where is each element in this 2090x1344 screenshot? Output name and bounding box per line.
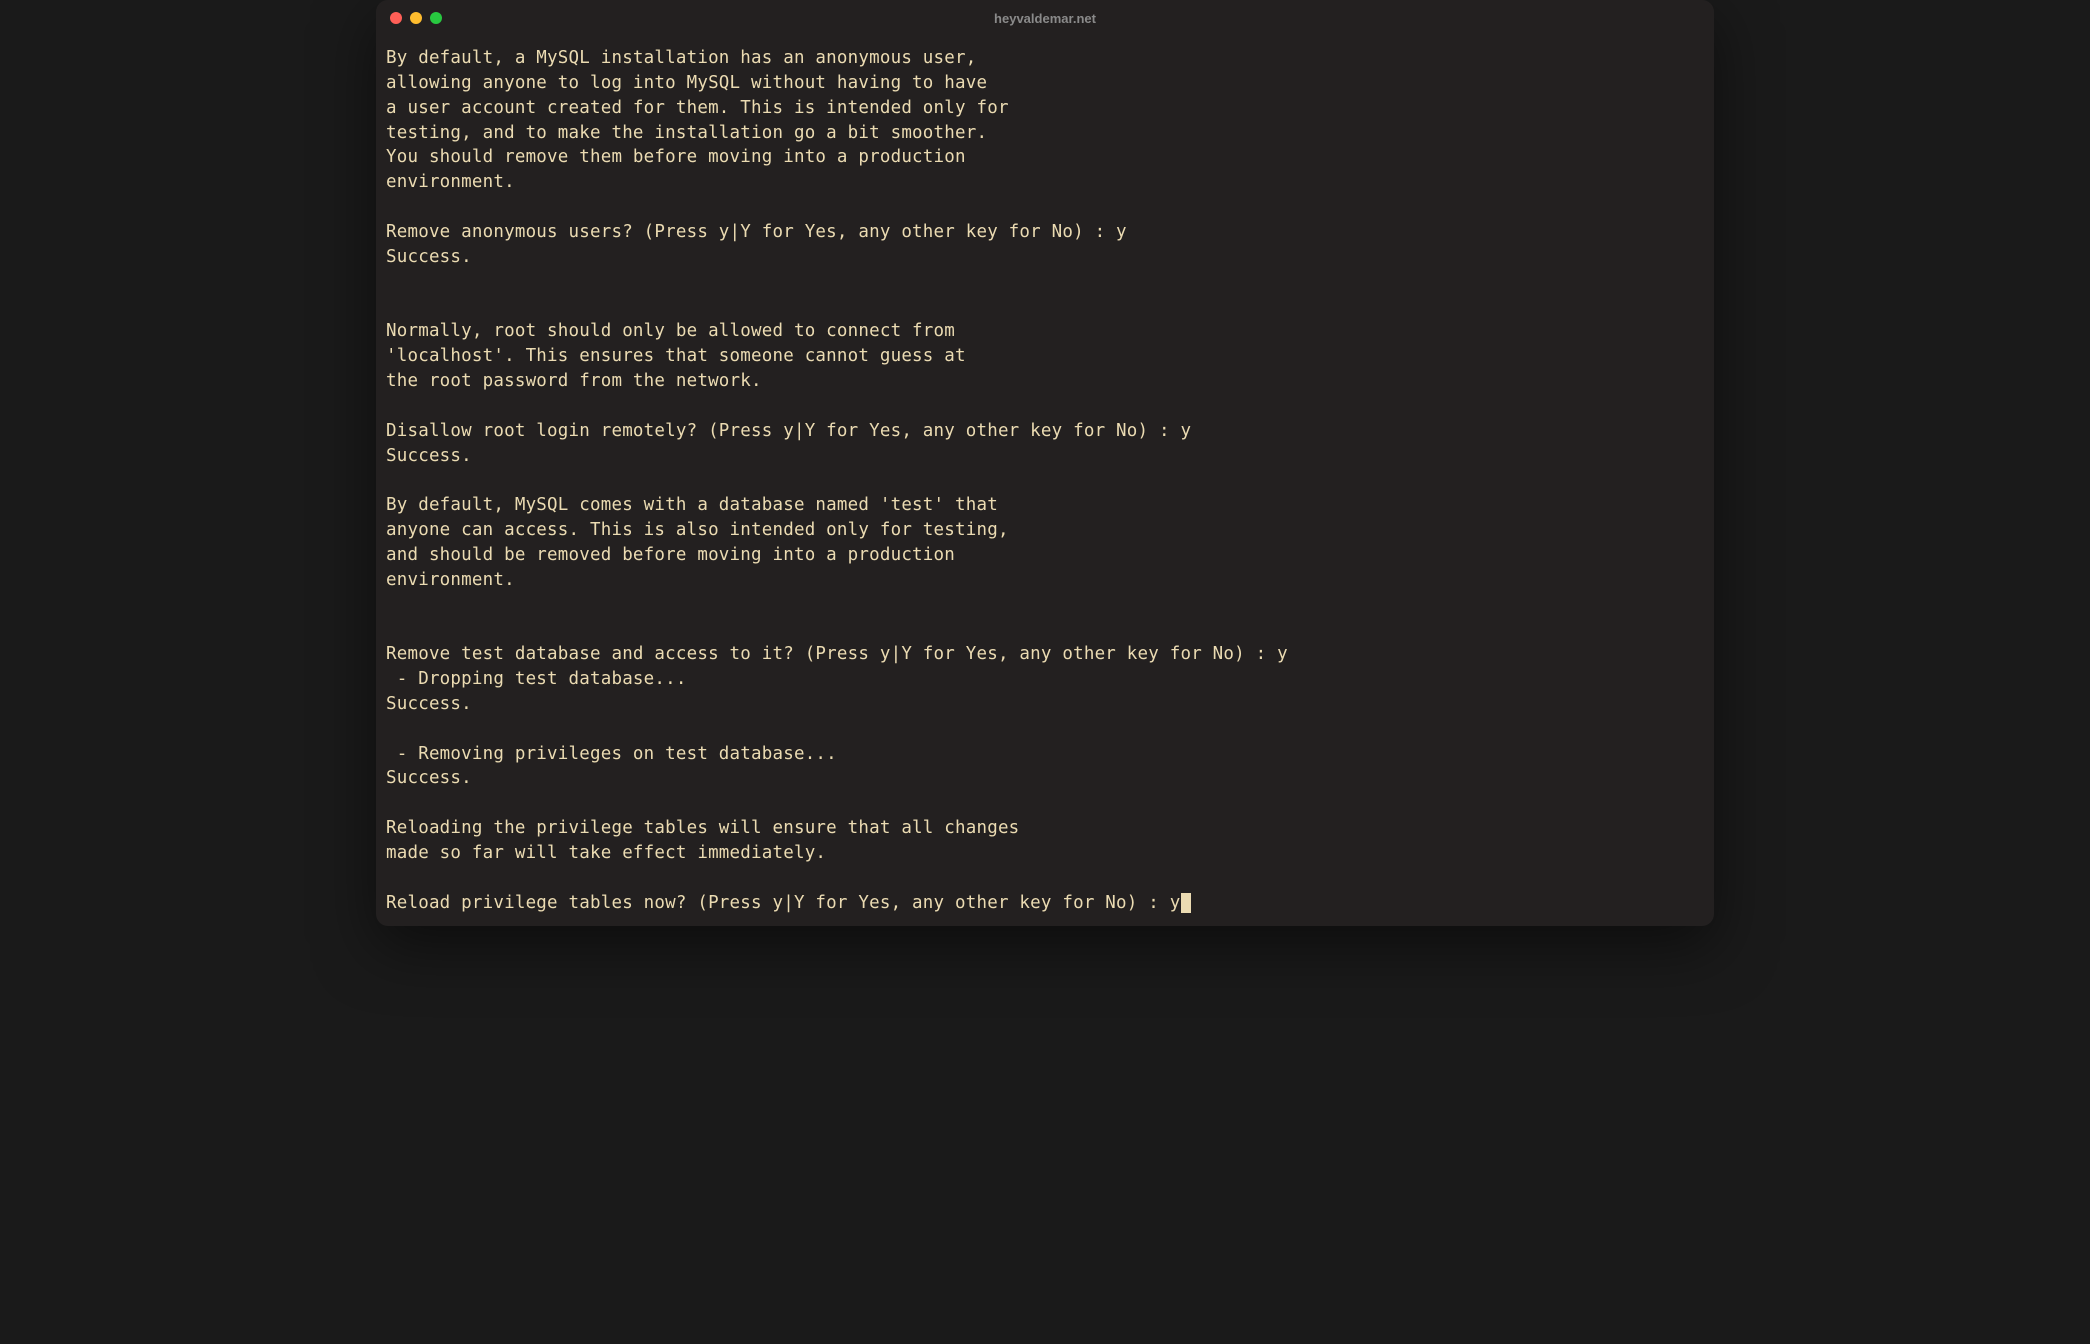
terminal-line: Disallow root login remotely? (Press y|Y… [386,419,1704,444]
terminal-line [386,866,1704,891]
window-title: heyvaldemar.net [994,11,1096,26]
terminal-prompt-line: Reload privilege tables now? (Press y|Y … [386,893,1180,913]
terminal-line [386,717,1704,742]
terminal-line: allowing anyone to log into MySQL withou… [386,71,1704,96]
terminal-line: 'localhost'. This ensures that someone c… [386,344,1704,369]
terminal-line: testing, and to make the installation go… [386,121,1704,146]
terminal-line: - Dropping test database... [386,667,1704,692]
terminal-line: anyone can access. This is also intended… [386,518,1704,543]
terminal-line: Success. [386,766,1704,791]
terminal-line [386,791,1704,816]
terminal-line: Success. [386,444,1704,469]
maximize-icon[interactable] [430,12,442,24]
terminal-line: Success. [386,245,1704,270]
terminal-line [386,294,1704,319]
close-icon[interactable] [390,12,402,24]
cursor-icon [1181,893,1191,913]
terminal-line: - Removing privileges on test database..… [386,742,1704,767]
terminal-line: the root password from the network. [386,369,1704,394]
terminal-line: a user account created for them. This is… [386,96,1704,121]
terminal-line: made so far will take effect immediately… [386,841,1704,866]
terminal-line [386,270,1704,295]
terminal-line [386,394,1704,419]
terminal-content[interactable]: By default, a MySQL installation has an … [376,36,1714,926]
terminal-line: Reloading the privilege tables will ensu… [386,816,1704,841]
minimize-icon[interactable] [410,12,422,24]
terminal-line: environment. [386,568,1704,593]
terminal-line: Success. [386,692,1704,717]
terminal-line: Remove test database and access to it? (… [386,642,1704,667]
traffic-lights [390,12,442,24]
terminal-line: You should remove them before moving int… [386,145,1704,170]
terminal-line [386,195,1704,220]
title-bar: heyvaldemar.net [376,0,1714,36]
terminal-line [386,617,1704,642]
terminal-window: heyvaldemar.net By default, a MySQL inst… [376,0,1714,926]
terminal-line: By default, MySQL comes with a database … [386,493,1704,518]
terminal-line [386,593,1704,618]
terminal-line: environment. [386,170,1704,195]
terminal-line: and should be removed before moving into… [386,543,1704,568]
terminal-line: Normally, root should only be allowed to… [386,319,1704,344]
terminal-line: By default, a MySQL installation has an … [386,46,1704,71]
terminal-line: Remove anonymous users? (Press y|Y for Y… [386,220,1704,245]
terminal-line [386,468,1704,493]
